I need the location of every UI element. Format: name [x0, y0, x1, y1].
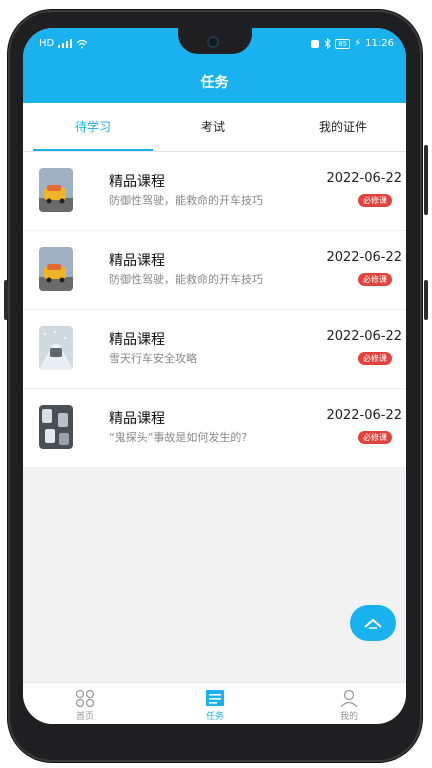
- nav-label: 任务: [205, 712, 224, 722]
- active-tab-indicator: [33, 149, 153, 151]
- course-title: 精品课程: [109, 174, 165, 190]
- power-button: [424, 145, 428, 215]
- task-list-icon: [206, 690, 224, 706]
- nav-tasks[interactable]: 任务: [175, 683, 255, 724]
- required-badge: 必修课: [358, 431, 392, 444]
- nav-profile[interactable]: 我的: [309, 683, 389, 724]
- taxi-image: [39, 247, 73, 291]
- nav-label: 首页: [75, 712, 94, 722]
- hd-indicator: HD: [39, 38, 55, 49]
- course-list: 精品课程 防御性驾驶，能救命的开车技巧 2022-06-22 必修课 精品课程 …: [23, 152, 406, 468]
- tab-label: 考试: [200, 120, 225, 134]
- tab-exam[interactable]: 考试: [153, 103, 273, 151]
- course-date: 2022-06-22: [326, 171, 402, 186]
- nfc-icon: [311, 39, 320, 48]
- tab-my-certificates[interactable]: 我的证件: [283, 103, 403, 151]
- nav-home[interactable]: 首页: [45, 683, 125, 724]
- traffic-image: [39, 405, 73, 449]
- page-title: 任务: [200, 75, 229, 91]
- nav-label: 我的: [339, 712, 358, 722]
- course-title: 精品课程: [109, 332, 165, 348]
- chevron-up-icon: [364, 618, 382, 629]
- course-row[interactable]: 精品课程 防御性驾驶，能救命的开车技巧 2022-06-22 必修课: [23, 231, 406, 310]
- front-camera: [207, 36, 219, 48]
- volume-button-right: [424, 280, 428, 320]
- course-subtitle: 防御性驾驶，能救命的开车技巧: [109, 194, 263, 207]
- battery-icon: 85: [335, 38, 351, 49]
- tab-label: 我的证件: [318, 120, 367, 134]
- taxi-image: [39, 168, 73, 212]
- user-icon: [340, 689, 358, 707]
- course-date: 2022-06-22: [326, 408, 402, 423]
- course-date: 2022-06-22: [326, 250, 402, 265]
- bottom-nav: 首页 任务 我的: [23, 682, 406, 724]
- snow-road-image: [39, 326, 73, 370]
- tab-bar: 待学习 考试 我的证件: [23, 103, 406, 152]
- required-badge: 必修课: [358, 273, 392, 286]
- course-row[interactable]: 精品课程 防御性驾驶，能救命的开车技巧 2022-06-22 必修课: [23, 152, 406, 231]
- required-badge: 必修课: [358, 194, 392, 207]
- course-subtitle: 雪天行车安全攻略: [109, 352, 197, 365]
- course-title: 精品课程: [109, 253, 165, 269]
- course-subtitle: “鬼探头”事故是如何发生的?: [109, 431, 248, 444]
- required-badge: 必修课: [358, 352, 392, 365]
- wifi-icon: [76, 39, 88, 48]
- screen: HD 85 ⚡ 11:26 任务 待学习 考试 我的证件 精品课程 防御性驾驶，…: [23, 28, 406, 724]
- charging-icon: ⚡: [354, 38, 362, 49]
- course-date: 2022-06-22: [326, 329, 402, 344]
- grid-icon: [75, 689, 95, 707]
- course-row[interactable]: 精品课程 雪天行车安全攻略 2022-06-22 必修课: [23, 310, 406, 389]
- status-time: 11:26: [365, 38, 394, 49]
- scroll-top-button[interactable]: [350, 605, 396, 641]
- tab-pending-study[interactable]: 待学习: [33, 103, 153, 151]
- course-row[interactable]: 精品课程 “鬼探头”事故是如何发生的? 2022-06-22 必修课: [23, 389, 406, 468]
- course-title: 精品课程: [109, 411, 165, 427]
- course-subtitle: 防御性驾驶，能救命的开车技巧: [109, 273, 263, 286]
- volume-button: [4, 280, 8, 320]
- signal-icon: [58, 39, 73, 48]
- bluetooth-icon: [324, 38, 331, 49]
- tab-label: 待学习: [74, 120, 111, 134]
